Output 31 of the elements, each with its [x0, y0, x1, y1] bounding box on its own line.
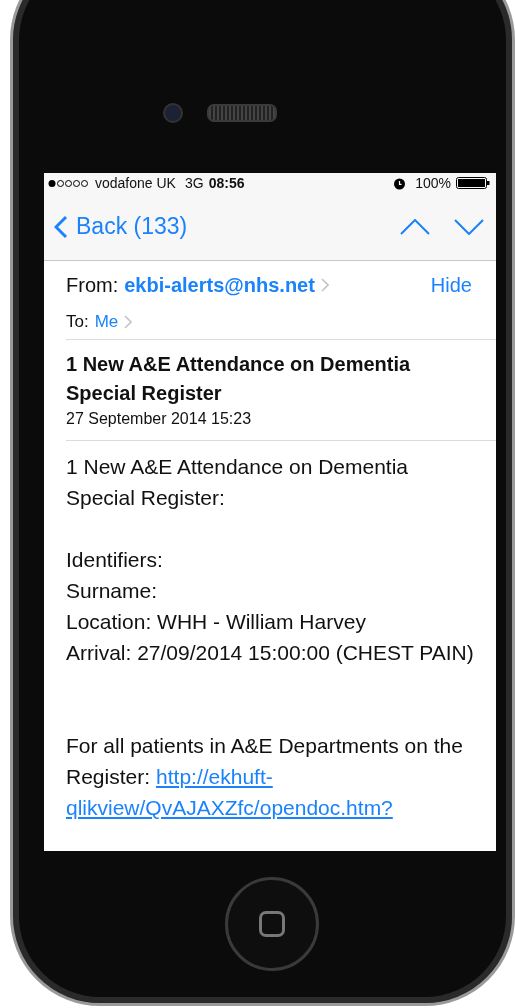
email-date: 27 September 2014 15:23 — [66, 410, 253, 428]
chevron-icon — [320, 278, 329, 292]
link[interactable]: http://ekhuft- — [156, 761, 273, 792]
body-text: Arrival: 27/09/2014 15:00:00 (CHEST PAIN) — [66, 640, 475, 666]
back-button[interactable]: Back (133) — [54, 213, 188, 240]
camera-icon — [163, 103, 183, 123]
battery-percentage: 100% — [415, 175, 451, 191]
chevron-down-icon[interactable] — [454, 218, 484, 235]
body-text: Location: WHH - William Harvey — [66, 609, 367, 635]
link[interactable]: qlikview/QvAJAXZfc/opendoc.htm? — [66, 792, 393, 823]
body-text: For all patients in A&E Departments on the — [66, 733, 464, 759]
chevron-icon — [124, 315, 133, 329]
network-type: 3G — [184, 175, 204, 191]
alarm-clock-icon — [393, 176, 407, 190]
body-text: 1 New A&E Attendance on Dementia Special Register: — [66, 454, 410, 511]
signal-icon — [48, 178, 90, 188]
clock: 08:56 — [208, 175, 245, 191]
battery-icon — [456, 177, 490, 189]
to-label: To: — [66, 312, 89, 332]
back-chevron-icon — [54, 214, 68, 239]
speaker-grille — [207, 104, 277, 122]
sender-address[interactable]: ekbi-alerts@nhs.net — [124, 273, 315, 297]
from-label: From: — [66, 273, 119, 297]
body-text: Surname: — [66, 578, 159, 604]
hide-link[interactable]: Hide — [430, 273, 472, 297]
body-text: Identifiers: — [66, 547, 164, 573]
email-subject: 1 New A&E Attendance on Dementia Special Register — [66, 352, 412, 406]
carrier-name: vodafone UK — [95, 175, 176, 191]
recipient[interactable]: Me — [94, 312, 119, 332]
body-text: Register: — [66, 764, 151, 790]
chevron-up-icon[interactable] — [400, 218, 430, 235]
